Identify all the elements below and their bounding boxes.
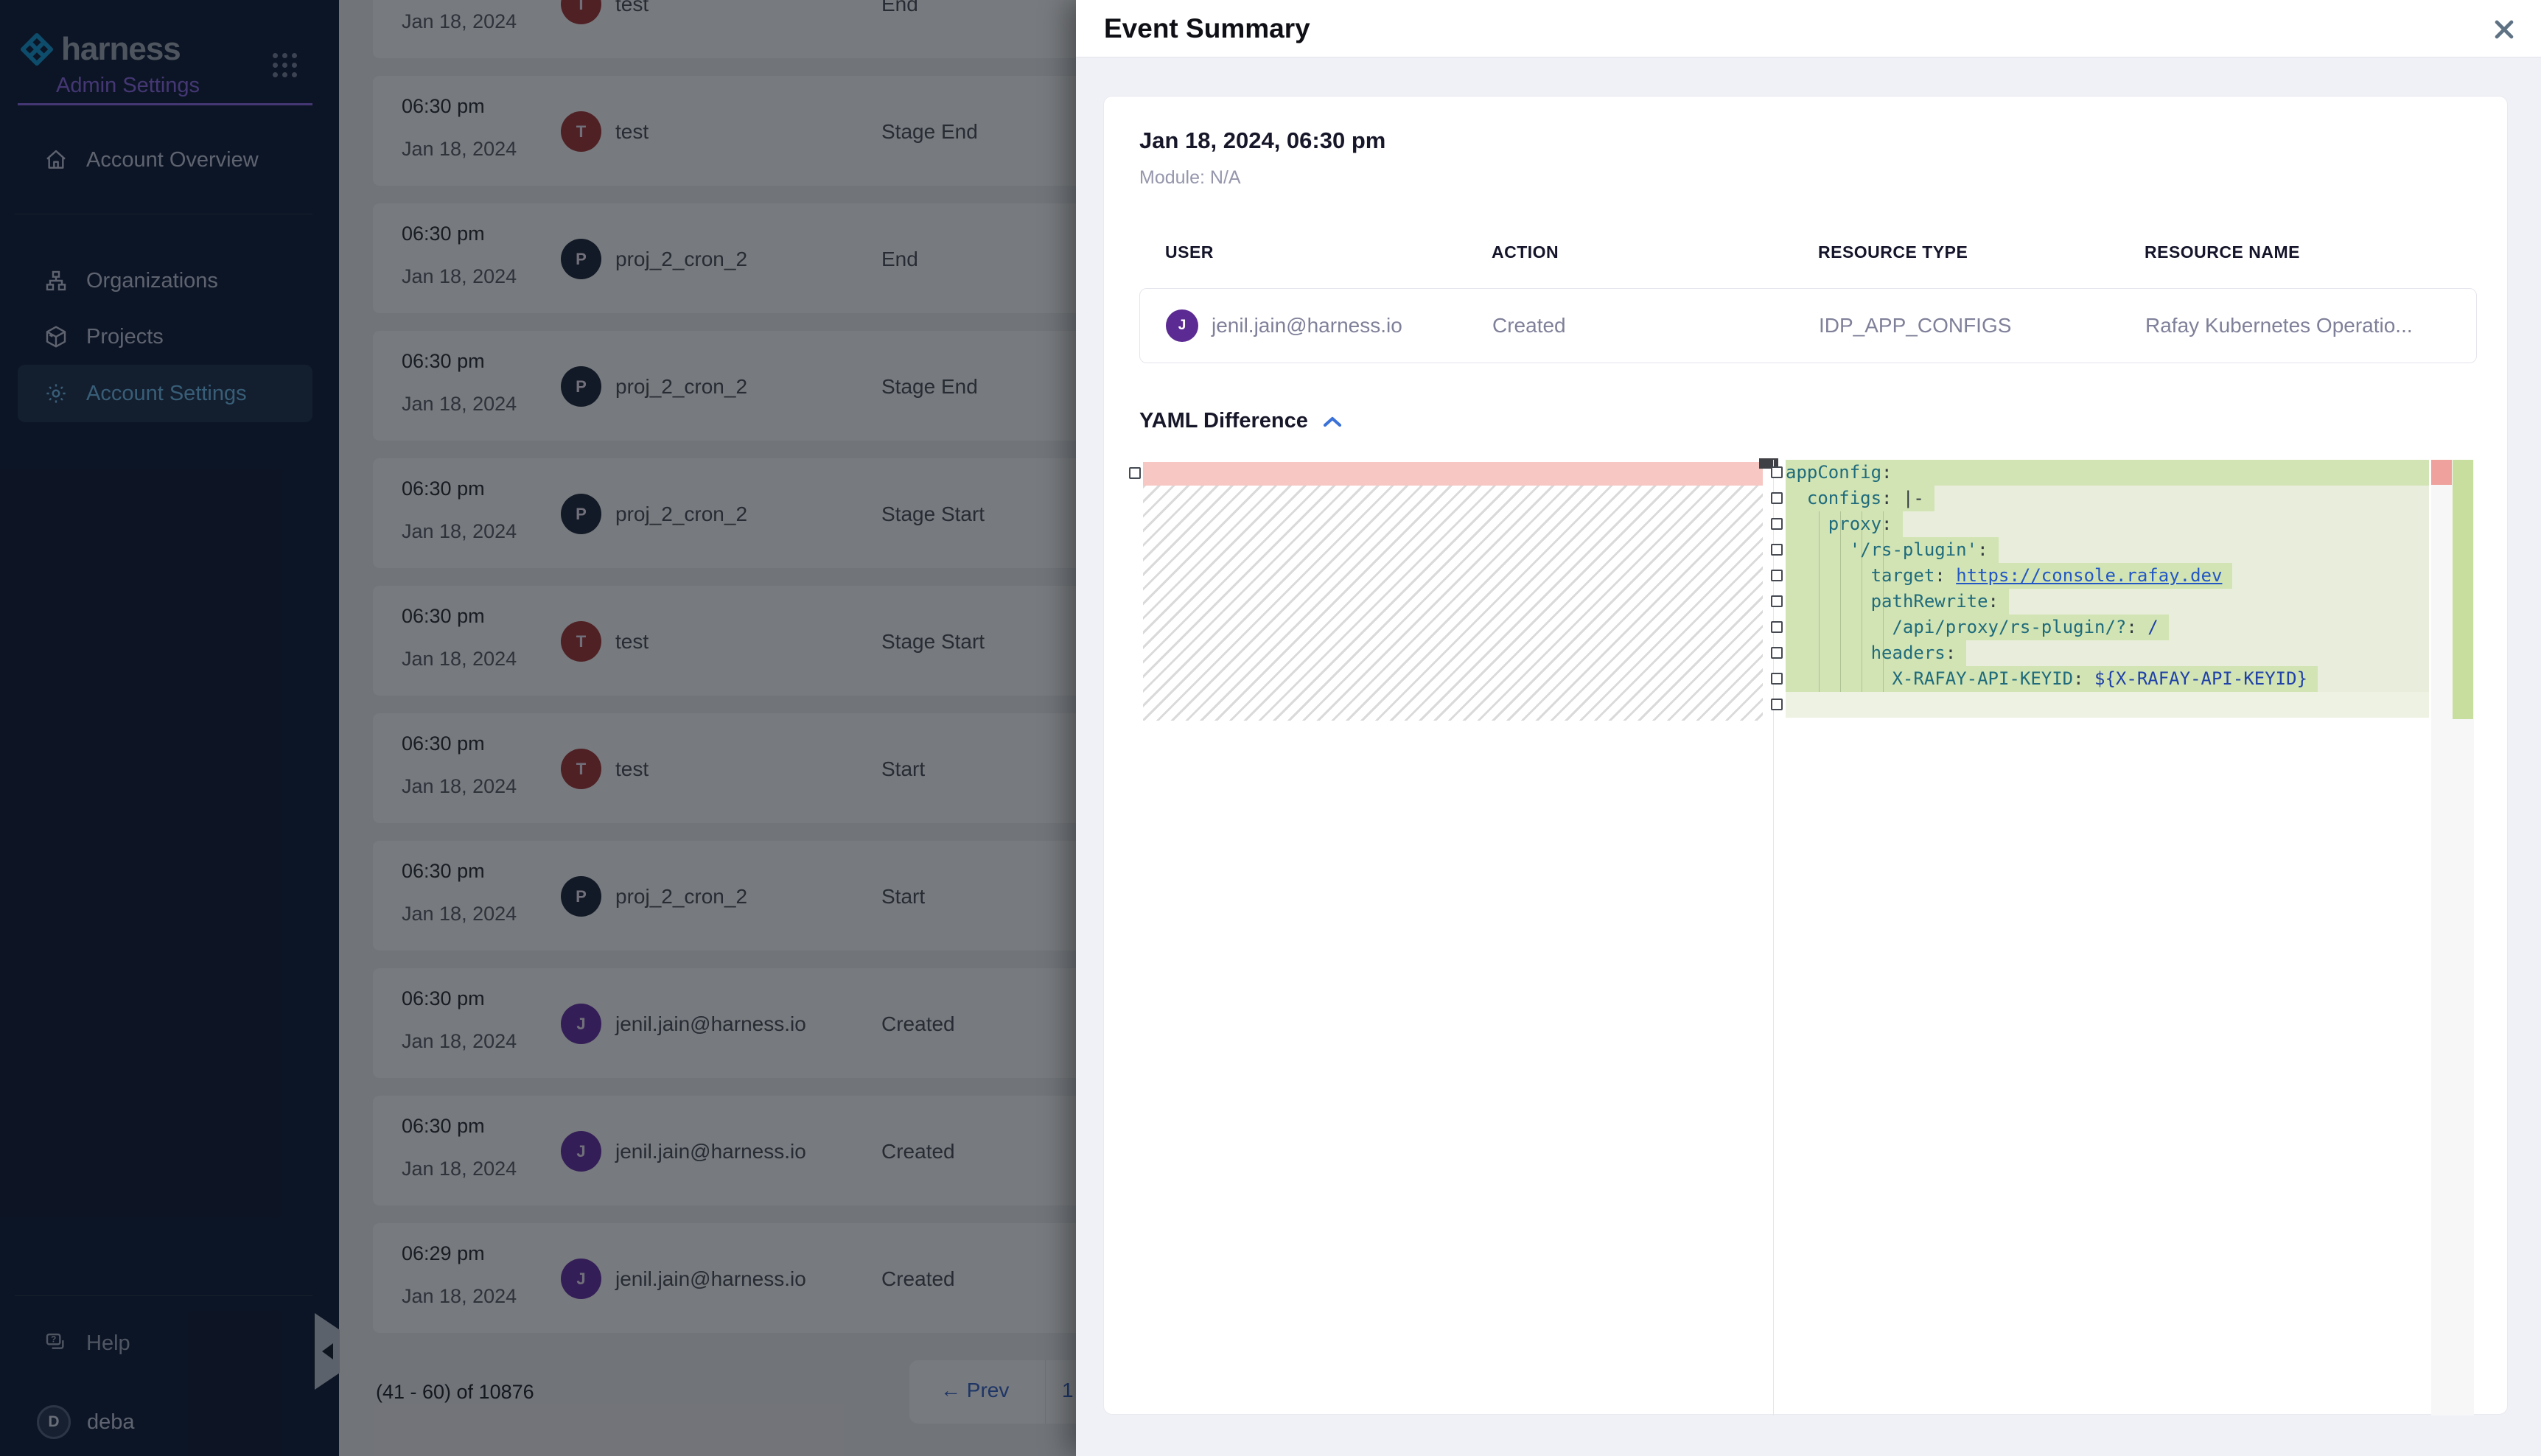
yaml-difference-section: YAML Difference	[1139, 409, 1342, 433]
col-resource-name: RESOURCE NAME	[2145, 242, 2477, 262]
diff-fold-marker[interactable]	[1771, 466, 1783, 478]
yaml-diff-line: /api/proxy/rs-plugin/?: /	[1786, 615, 2429, 640]
indent-guide	[1883, 511, 1884, 692]
close-icon	[2492, 17, 2517, 42]
overview-ruler-added	[2453, 460, 2473, 719]
diff-removed-region	[1143, 462, 1763, 486]
yaml-diff-line: proxy:	[1786, 511, 2429, 537]
event-user-avatar: J	[1166, 309, 1198, 342]
indent-guide	[1819, 511, 1820, 692]
indent-guide	[1840, 511, 1841, 692]
chevron-up-icon	[1323, 416, 1342, 427]
diff-fold-marker[interactable]	[1771, 621, 1783, 633]
collapse-section-button[interactable]	[1323, 416, 1342, 427]
event-table-header: USER ACTION RESOURCE TYPE RESOURCE NAME	[1139, 242, 2477, 262]
close-button[interactable]	[2488, 13, 2520, 46]
drawer-title: Event Summary	[1104, 0, 1310, 57]
event-summary-drawer: Event Summary Jan 18, 2024, 06:30 pm Mod…	[1076, 0, 2541, 1456]
event-table-row: J jenil.jain@harness.io Created IDP_APP_…	[1139, 288, 2477, 363]
yaml-diff-line: appConfig:	[1786, 460, 2429, 486]
diff-fold-marker[interactable]	[1771, 492, 1783, 504]
event-user-email: jenil.jain@harness.io	[1212, 314, 1402, 337]
event-timestamp: Jan 18, 2024, 06:30 pm	[1139, 127, 1385, 154]
yaml-diff-line: target: https://console.rafay.dev	[1786, 563, 2429, 589]
yaml-diff-line	[1786, 692, 2429, 718]
diff-fold-marker[interactable]	[1129, 467, 1141, 479]
diff-empty-region	[1143, 486, 1763, 721]
col-resource-type: RESOURCE TYPE	[1818, 242, 2145, 262]
drawer-header: Event Summary	[1076, 0, 2541, 57]
event-module: Module: N/A	[1139, 167, 1241, 189]
yaml-diff-line: X-RAFAY-API-KEYID: ${X-RAFAY-API-KEYID}	[1786, 666, 2429, 692]
event-action: Created	[1492, 314, 1819, 337]
diff-fold-marker[interactable]	[1771, 595, 1783, 607]
yaml-diff-line: pathRewrite:	[1786, 589, 2429, 615]
diff-fold-marker[interactable]	[1771, 647, 1783, 659]
col-action: ACTION	[1492, 242, 1818, 262]
yaml-added-code: appConfig:configs: |-proxy:'/rs-plugin':…	[1786, 460, 2429, 718]
diff-fold-marker[interactable]	[1771, 518, 1783, 530]
yaml-diff-line: configs: |-	[1786, 486, 2429, 511]
yaml-diff-line: '/rs-plugin':	[1786, 537, 2429, 563]
event-summary-card: Jan 18, 2024, 06:30 pm Module: N/A USER …	[1103, 96, 2508, 1415]
diff-fold-marker[interactable]	[1771, 673, 1783, 685]
overview-ruler-removed	[2431, 460, 2452, 485]
col-user: USER	[1165, 242, 1492, 262]
diff-fold-marker[interactable]	[1771, 570, 1783, 581]
yaml-diff-line: headers:	[1786, 640, 2429, 666]
diff-fold-marker[interactable]	[1771, 544, 1783, 556]
yaml-difference-label: YAML Difference	[1139, 409, 1308, 433]
event-resource-name: Rafay Kubernetes Operatio...	[2145, 314, 2476, 337]
event-resource-type: IDP_APP_CONFIGS	[1819, 314, 2145, 337]
diff-fold-marker[interactable]	[1771, 699, 1783, 710]
